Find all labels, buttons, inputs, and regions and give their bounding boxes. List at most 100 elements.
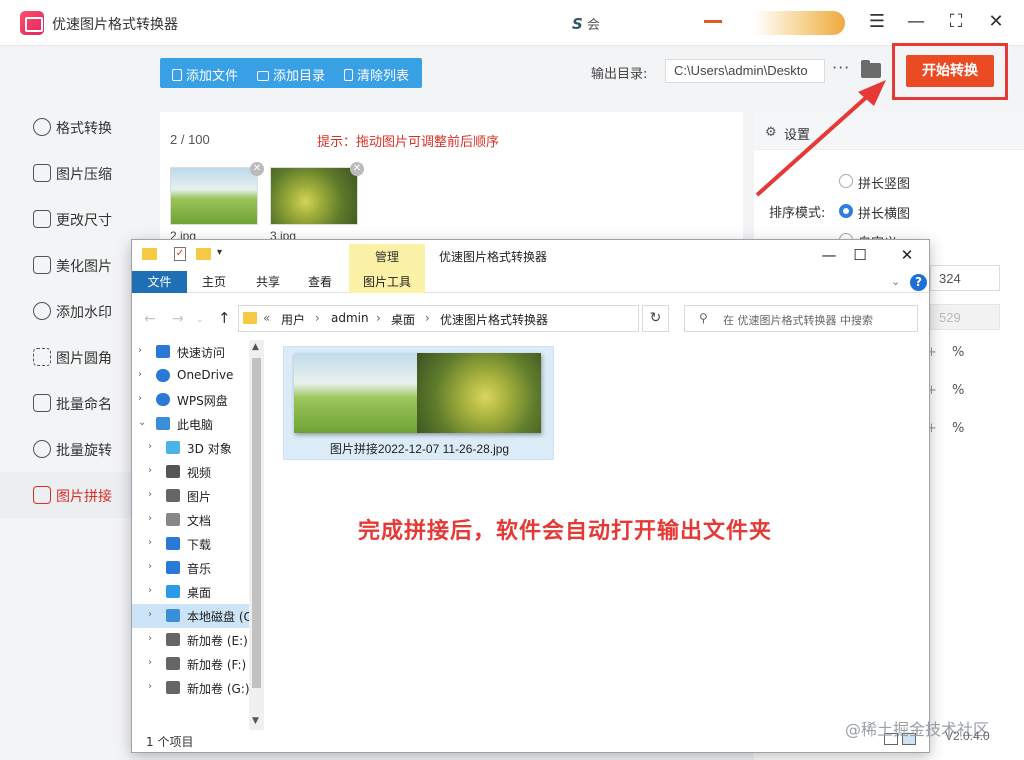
tree-item[interactable]: › 快速访问 xyxy=(132,340,264,364)
expand-chevron-icon[interactable]: › xyxy=(148,489,152,500)
sidebar-item-resize[interactable]: 更改尺寸 xyxy=(0,196,150,242)
explorer-close-button[interactable]: ✕ xyxy=(892,244,922,266)
expand-chevron-icon[interactable]: › xyxy=(138,393,142,404)
breadcrumb-item[interactable]: admin xyxy=(331,311,369,325)
sidebar-item-label: 美化图片 xyxy=(56,259,112,275)
radio-vertical[interactable] xyxy=(839,174,853,188)
width-input[interactable]: 324 xyxy=(930,265,1000,291)
sidebar-item-format[interactable]: 格式转换 xyxy=(0,104,150,150)
expand-chevron-icon[interactable]: › xyxy=(138,345,142,356)
tree-item-label: 文档 xyxy=(187,514,212,528)
refresh-icon[interactable]: ↻ xyxy=(642,305,669,332)
remove-icon[interactable]: ✕ xyxy=(350,162,364,176)
tab-share[interactable]: 共享 xyxy=(244,271,292,293)
expand-chevron-icon[interactable]: › xyxy=(148,537,152,548)
add-folder-button[interactable]: 添加目录 xyxy=(257,65,325,84)
search-input[interactable]: ⚲ 在 优速图片格式转换器 中搜索 xyxy=(684,305,918,332)
breadcrumb-item[interactable]: 用户 xyxy=(281,311,305,328)
sidebar-item-beautify[interactable]: 美化图片 xyxy=(0,242,150,288)
scrollbar-thumb[interactable] xyxy=(252,358,261,688)
sidebar-item-rotate[interactable]: 批量旋转 xyxy=(0,426,150,472)
help-icon[interactable]: ? xyxy=(910,274,927,291)
new-folder-icon[interactable] xyxy=(196,248,211,260)
scroll-up-icon[interactable]: ▲ xyxy=(252,342,259,352)
expand-chevron-icon[interactable]: › xyxy=(138,369,142,380)
radio-horizontal[interactable] xyxy=(839,204,853,218)
tree-item[interactable]: › 音乐 xyxy=(132,556,264,580)
tree-item[interactable]: ⌄ 此电脑 xyxy=(132,412,264,436)
clear-list-button[interactable]: 清除列表 xyxy=(344,65,409,84)
tree-item[interactable]: › 新加卷 (E:) xyxy=(132,628,264,652)
close-button[interactable]: ✕ xyxy=(983,10,1009,34)
recent-dropdown-icon[interactable]: ⌄ xyxy=(196,315,204,325)
expand-chevron-icon[interactable]: › xyxy=(148,585,152,596)
tab-view[interactable]: 查看 xyxy=(296,271,344,293)
sidebar-item-rounded[interactable]: 图片圆角 xyxy=(0,334,150,380)
forward-icon[interactable]: → xyxy=(172,311,184,327)
sidebar-item-label: 更改尺寸 xyxy=(56,213,112,229)
tree-item[interactable]: › 视频 xyxy=(132,460,264,484)
file-item[interactable]: 图片拼接2022-12-07 11-26-28.jpg xyxy=(283,346,554,460)
scroll-down-icon[interactable]: ▼ xyxy=(252,716,259,726)
member-badge[interactable]: S 会 xyxy=(572,14,600,33)
up-icon[interactable]: ↑ xyxy=(218,309,231,327)
tree-item[interactable]: › 新加卷 (G:) xyxy=(132,676,264,700)
add-file-button[interactable]: 添加文件 xyxy=(172,65,238,84)
expand-chevron-icon[interactable]: › xyxy=(148,513,152,524)
expand-chevron-icon[interactable]: › xyxy=(148,633,152,644)
expand-chevron-icon[interactable]: › xyxy=(148,609,152,620)
tree-item[interactable]: › OneDrive xyxy=(132,364,264,388)
properties-icon[interactable]: ✓ xyxy=(174,247,186,261)
tree-item[interactable]: › 新加卷 (F:) xyxy=(132,652,264,676)
customize-qat-icon[interactable]: ▾ xyxy=(217,247,222,258)
sidebar-item-stitch[interactable]: 图片拼接 xyxy=(0,472,150,518)
tab-picture-tools[interactable]: 图片工具 xyxy=(349,271,425,293)
tab-home[interactable]: 主页 xyxy=(190,271,238,293)
menu-icon[interactable]: ☰ xyxy=(864,10,890,34)
beautify-icon xyxy=(33,256,51,274)
folder-icon[interactable] xyxy=(142,248,157,260)
explorer-minimize-button[interactable]: — xyxy=(814,244,844,266)
tree-item[interactable]: › 本地磁盘 (C xyxy=(132,604,264,628)
tree-item[interactable]: › 桌面 xyxy=(132,580,264,604)
output-dir-field[interactable]: C:\Users\admin\Deskto xyxy=(665,59,825,83)
vip-pill-button[interactable] xyxy=(745,11,845,35)
ribbon-expand-icon[interactable]: ⌄ xyxy=(891,275,900,288)
percent-unit: % xyxy=(952,421,965,436)
explorer-maximize-button[interactable]: ☐ xyxy=(845,244,875,266)
minimize-button[interactable]: — xyxy=(903,10,929,34)
tree-item[interactable]: › 图片 xyxy=(132,484,264,508)
tab-file[interactable]: 文件 xyxy=(132,271,187,293)
trash-icon xyxy=(344,69,353,81)
tree-scrollbar[interactable]: ▲ ▼ xyxy=(249,340,264,730)
tree-item[interactable]: › 3D 对象 xyxy=(132,436,264,460)
breadcrumb-item[interactable]: 桌面 xyxy=(391,311,415,328)
tree-item[interactable]: › WPS网盘 xyxy=(132,388,264,412)
address-bar[interactable]: « 用户 › admin › 桌面 › 优速图片格式转换器 ⌄ xyxy=(238,305,732,332)
ribbon-tabs: 文件 主页 共享 查看 图片工具 xyxy=(132,271,929,293)
start-convert-button[interactable]: 开始转换 xyxy=(906,55,994,87)
manage-tab[interactable]: 管理 xyxy=(349,244,425,271)
breadcrumb-overflow[interactable]: « xyxy=(263,311,270,325)
back-icon[interactable]: ← xyxy=(144,311,156,327)
sidebar-item-rename[interactable]: 批量命名 xyxy=(0,380,150,426)
image-thumbnail[interactable]: ✕ xyxy=(270,162,364,225)
open-folder-icon[interactable] xyxy=(861,60,881,78)
expand-chevron-icon[interactable]: ⌄ xyxy=(138,417,146,428)
sidebar-item-compress[interactable]: 图片压缩 xyxy=(0,150,150,196)
tree-item[interactable]: › 文档 xyxy=(132,508,264,532)
more-icon[interactable]: ··· xyxy=(832,58,850,77)
image-thumbnail[interactable]: ✕ xyxy=(170,162,264,225)
expand-chevron-icon[interactable]: › xyxy=(148,681,152,692)
expand-chevron-icon[interactable]: › xyxy=(148,441,152,452)
expand-chevron-icon[interactable]: › xyxy=(148,465,152,476)
tree-item[interactable]: › 下载 xyxy=(132,532,264,556)
expand-chevron-icon[interactable]: › xyxy=(148,561,152,572)
breadcrumb-item[interactable]: 优速图片格式转换器 xyxy=(440,311,548,328)
remove-icon[interactable]: ✕ xyxy=(250,162,264,176)
expand-chevron-icon[interactable]: › xyxy=(148,657,152,668)
maximize-button[interactable]: ⛶ xyxy=(943,10,969,34)
sidebar-item-watermark[interactable]: 添加水印 xyxy=(0,288,150,334)
explorer-window: ✓ ▾ 管理 优速图片格式转换器 — ☐ ✕ 文件 主页 共享 查看 图片工具 … xyxy=(131,239,930,753)
percent-unit: % xyxy=(952,383,965,398)
